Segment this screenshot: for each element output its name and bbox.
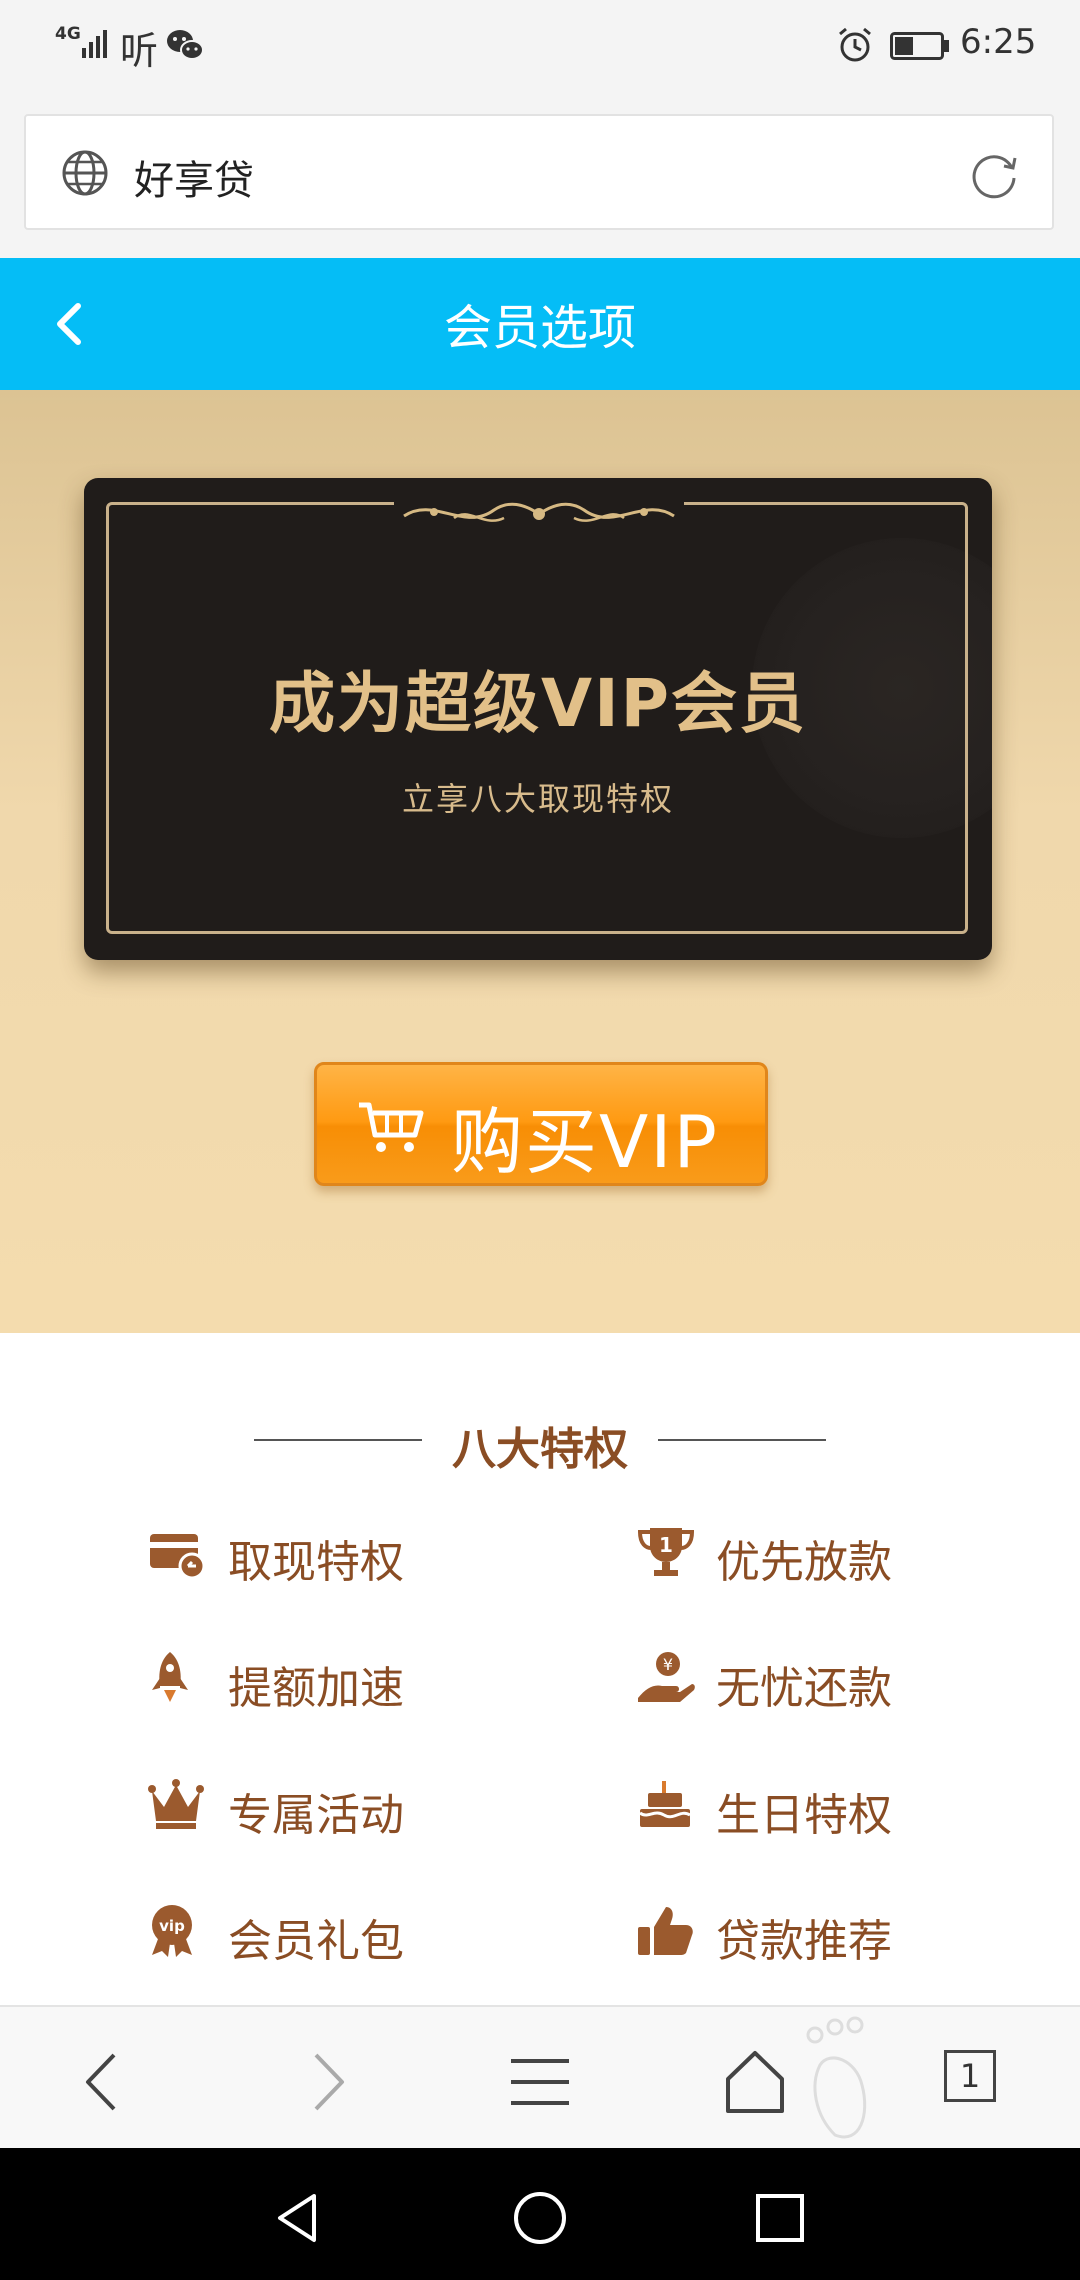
privilege-label: 无忧还款 bbox=[716, 1663, 892, 1714]
vip-hero: 成为超级VIP会员 立享八大取现特权 购买VIP bbox=[0, 390, 1080, 1333]
svg-text:vip: vip bbox=[159, 1917, 185, 1935]
listen-indicator: 听 bbox=[120, 29, 159, 73]
card-icon bbox=[150, 1534, 206, 1580]
privileges-section: 八大特权 取现特权 1 优先放款 提额加速 ¥ 无忧还款 专属活动 生日特权 v… bbox=[0, 1333, 1080, 2005]
battery-icon bbox=[890, 32, 949, 60]
privilege-label: 会员礼包 bbox=[228, 1916, 404, 1967]
vip-card-title: 成为超级VIP会员 bbox=[268, 665, 807, 742]
privilege-label: 优先放款 bbox=[716, 1537, 892, 1588]
vip-badge-icon: vip bbox=[152, 1905, 192, 1957]
system-back-icon[interactable] bbox=[270, 2188, 330, 2248]
system-home-icon[interactable] bbox=[510, 2188, 570, 2248]
status-bar: 4G 听 6:25 bbox=[0, 0, 1080, 95]
privilege-label: 取现特权 bbox=[228, 1537, 404, 1588]
address-bar[interactable]: 好享贷 bbox=[24, 114, 1054, 230]
buy-vip-button[interactable]: 购买VIP bbox=[314, 1062, 768, 1186]
svg-text:¥: ¥ bbox=[663, 1655, 673, 1674]
ornament-icon bbox=[394, 488, 684, 538]
privilege-label: 提额加速 bbox=[228, 1663, 404, 1714]
cake-icon bbox=[639, 1781, 691, 1827]
menu-icon[interactable] bbox=[505, 2047, 575, 2117]
wechat-icon bbox=[167, 30, 204, 60]
hand-coin-icon: ¥ bbox=[638, 1652, 695, 1702]
thumbs-up-icon bbox=[638, 1907, 693, 1955]
trophy-icon: 1 bbox=[637, 1528, 695, 1576]
browser-forward-icon[interactable] bbox=[290, 2047, 360, 2117]
home-icon[interactable] bbox=[720, 2047, 790, 2117]
system-recents-icon[interactable] bbox=[750, 2188, 810, 2248]
clock: 6:25 bbox=[960, 22, 1037, 62]
signal-icon bbox=[82, 30, 107, 58]
browser-back-icon[interactable] bbox=[70, 2047, 140, 2117]
globe-icon bbox=[62, 150, 108, 196]
refresh-icon[interactable] bbox=[966, 146, 1022, 202]
crown-icon bbox=[148, 1779, 204, 1829]
browser-toolbar: 1 bbox=[0, 2005, 1080, 2148]
privilege-label: 贷款推荐 bbox=[716, 1916, 892, 1967]
privilege-label: 生日特权 bbox=[716, 1790, 892, 1841]
shopping-cart-icon bbox=[359, 1102, 424, 1152]
privilege-label: 专属活动 bbox=[228, 1790, 404, 1841]
rocket-icon bbox=[152, 1652, 188, 1702]
page-title: 会员选项 bbox=[443, 300, 636, 356]
vip-card-subtitle: 立享八大取现特权 bbox=[401, 780, 674, 818]
svg-text:1: 1 bbox=[659, 1533, 673, 1557]
address-text[interactable]: 好享贷 bbox=[134, 148, 254, 206]
alarm-icon bbox=[839, 27, 871, 62]
buy-vip-label: 购买VIP bbox=[451, 1100, 719, 1184]
privileges-title: 八大特权 bbox=[452, 1424, 628, 1475]
divider-line-right bbox=[658, 1439, 826, 1441]
watermark-footprint-icon bbox=[806, 2016, 867, 2139]
vip-card: 成为超级VIP会员 立享八大取现特权 bbox=[84, 478, 992, 960]
system-nav-bar bbox=[0, 2148, 1080, 2280]
tab-count-button[interactable]: 1 bbox=[944, 2050, 996, 2102]
app-header: 会员选项 bbox=[0, 258, 1080, 390]
network-type: 4G bbox=[55, 24, 81, 44]
